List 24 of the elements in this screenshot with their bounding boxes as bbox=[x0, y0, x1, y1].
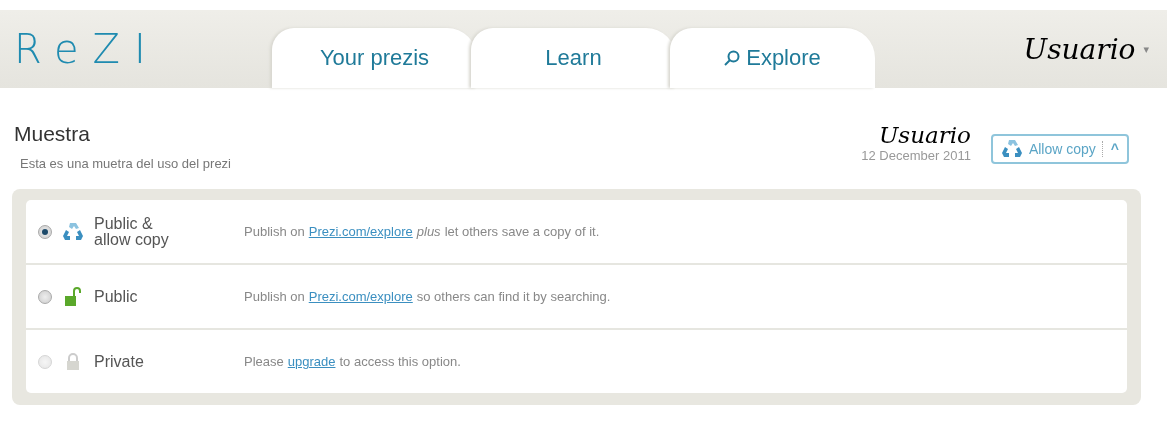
logo[interactable]: ReZI bbox=[14, 26, 272, 72]
option-label: Public bbox=[93, 288, 139, 305]
nav-tab[interactable]: Explore bbox=[670, 28, 875, 88]
search-icon bbox=[724, 50, 741, 66]
option-description: Publish on Prezi.com/explore so others can find it by searching. bbox=[244, 289, 611, 304]
link[interactable]: Prezi.com/explore bbox=[308, 224, 413, 239]
prezi-title: Muestra bbox=[14, 122, 91, 146]
radio-button[interactable] bbox=[38, 224, 52, 239]
padlock-icon bbox=[66, 352, 80, 371]
user-menu[interactable]: Usuario bbox=[1023, 32, 1136, 66]
prezi-description: Esta es una muetra del uso del prezi bbox=[19, 156, 231, 171]
option-label: Private bbox=[93, 353, 145, 370]
recycle-icon bbox=[62, 221, 84, 242]
open-padlock-icon bbox=[64, 286, 82, 307]
radio-button[interactable] bbox=[38, 289, 52, 304]
option-label: Public & allow copy bbox=[93, 215, 170, 248]
option-description: Publish on Prezi.com/explore plus let others save a copy of it. bbox=[244, 224, 600, 239]
author-name: Usuario bbox=[877, 122, 971, 148]
link[interactable]: Prezi.com/explore bbox=[308, 289, 413, 304]
date: 12 December 2011 bbox=[861, 148, 971, 163]
recycle-icon bbox=[1000, 139, 1023, 159]
caret-icon[interactable]: ▾ bbox=[1143, 42, 1149, 56]
allow-copy-button[interactable]: Allow copy ^ bbox=[990, 134, 1129, 164]
option-description: Please upgrade to access this option. bbox=[244, 354, 461, 369]
